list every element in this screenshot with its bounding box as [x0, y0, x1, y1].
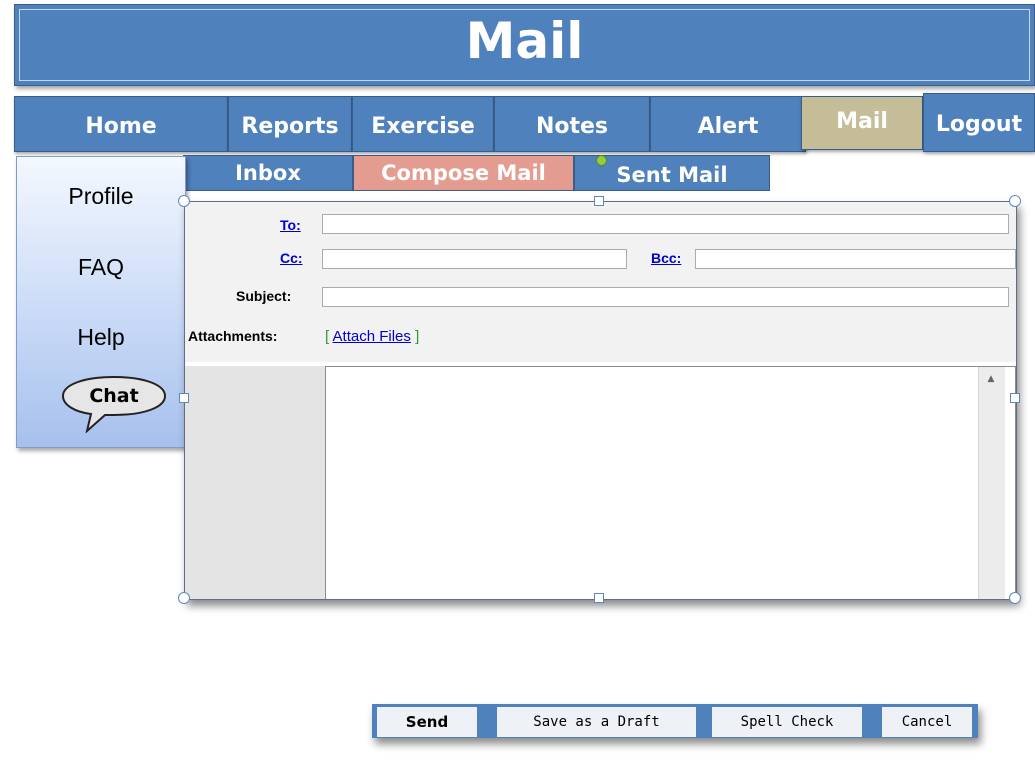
attachments-row: Attachments: [ Attach Files ]: [185, 316, 1016, 363]
subtab-sent-mail[interactable]: Sent Mail: [574, 155, 770, 191]
to-row: To:: [185, 202, 1016, 245]
nav-tab-label: Notes: [535, 113, 609, 139]
nav-tab-label: Reports: [241, 113, 339, 139]
subject-label: Subject:: [236, 288, 292, 304]
nav-tab-home[interactable]: Home: [14, 96, 228, 152]
bcc-field[interactable]: [695, 249, 1016, 269]
subject-field[interactable]: [322, 287, 1009, 307]
nav-tab-alert[interactable]: Alert: [650, 96, 806, 152]
cancel-button[interactable]: Cancel: [882, 707, 972, 737]
main-nav: Home Reports Exercise Notes Alert Mail L…: [14, 93, 1035, 154]
resize-handle-icon[interactable]: [594, 196, 604, 206]
cc-label[interactable]: Cc:: [280, 250, 303, 266]
nav-tab-reports[interactable]: Reports: [228, 96, 352, 152]
send-button[interactable]: Send: [377, 707, 477, 737]
subject-row: Subject:: [185, 278, 1016, 317]
vertical-scrollbar[interactable]: ▲: [978, 367, 1005, 599]
attach-bracket-open: [: [325, 328, 330, 345]
compose-form: To: Cc: Bcc: Subject: Attachments: [ Att…: [184, 201, 1017, 600]
nav-tab-label: Exercise: [371, 113, 475, 139]
nav-tab-label: Home: [85, 113, 157, 139]
chat-label: Chat: [89, 385, 139, 407]
nav-tab-label: Mail: [836, 108, 888, 134]
save-draft-button[interactable]: Save as a Draft: [497, 707, 696, 737]
attach-bracket-close: ]: [415, 328, 420, 345]
nav-tab-mail[interactable]: Mail: [801, 96, 923, 150]
attach-files-group: [ Attach Files ]: [325, 328, 419, 345]
attachments-label: Attachments:: [188, 328, 278, 344]
sidebar-item-help[interactable]: Help: [17, 324, 185, 351]
message-body-textarea[interactable]: ▲: [325, 366, 1016, 599]
page-title: Mail: [465, 12, 584, 70]
rotate-handle-icon: [596, 155, 607, 166]
resize-handle-icon[interactable]: [1009, 592, 1021, 604]
subtab-compose-mail[interactable]: Compose Mail: [353, 155, 574, 191]
sidebar: Profile FAQ Help Chat: [16, 156, 186, 448]
app-header: Mail: [14, 4, 1035, 86]
resize-handle-icon[interactable]: [179, 393, 189, 403]
cc-row: Cc: Bcc:: [185, 244, 1016, 279]
to-field[interactable]: [322, 214, 1009, 234]
nav-tab-notes[interactable]: Notes: [494, 96, 650, 152]
action-button-bar: Send Save as a Draft Spell Check Cancel: [372, 704, 978, 738]
scroll-up-arrow-icon[interactable]: ▲: [982, 370, 1000, 388]
nav-tab-label: Logout: [935, 112, 1023, 137]
resize-handle-icon[interactable]: [178, 195, 190, 207]
subtab-inbox[interactable]: Inbox: [183, 155, 353, 191]
sidebar-item-profile[interactable]: Profile: [17, 183, 185, 210]
spell-check-button[interactable]: Spell Check: [712, 707, 862, 737]
cc-field[interactable]: [322, 249, 627, 269]
nav-tab-logout[interactable]: Logout: [923, 93, 1035, 152]
bcc-label[interactable]: Bcc:: [651, 250, 681, 266]
nav-tab-exercise[interactable]: Exercise: [352, 96, 494, 152]
sidebar-item-faq[interactable]: FAQ: [17, 254, 185, 281]
attach-files-link[interactable]: Attach Files: [333, 328, 411, 345]
resize-handle-icon[interactable]: [178, 592, 190, 604]
body-gutter: [185, 366, 325, 599]
resize-handle-icon[interactable]: [1010, 393, 1020, 403]
subtab-label: Compose Mail: [381, 161, 546, 185]
subtab-label: Inbox: [235, 161, 301, 185]
subtab-label: Sent Mail: [616, 163, 728, 187]
resize-handle-icon[interactable]: [1009, 195, 1021, 207]
resize-handle-icon[interactable]: [594, 593, 604, 603]
chat-button[interactable]: Chat: [61, 375, 171, 434]
to-label[interactable]: To:: [280, 217, 301, 233]
nav-tab-label: Alert: [697, 113, 759, 139]
